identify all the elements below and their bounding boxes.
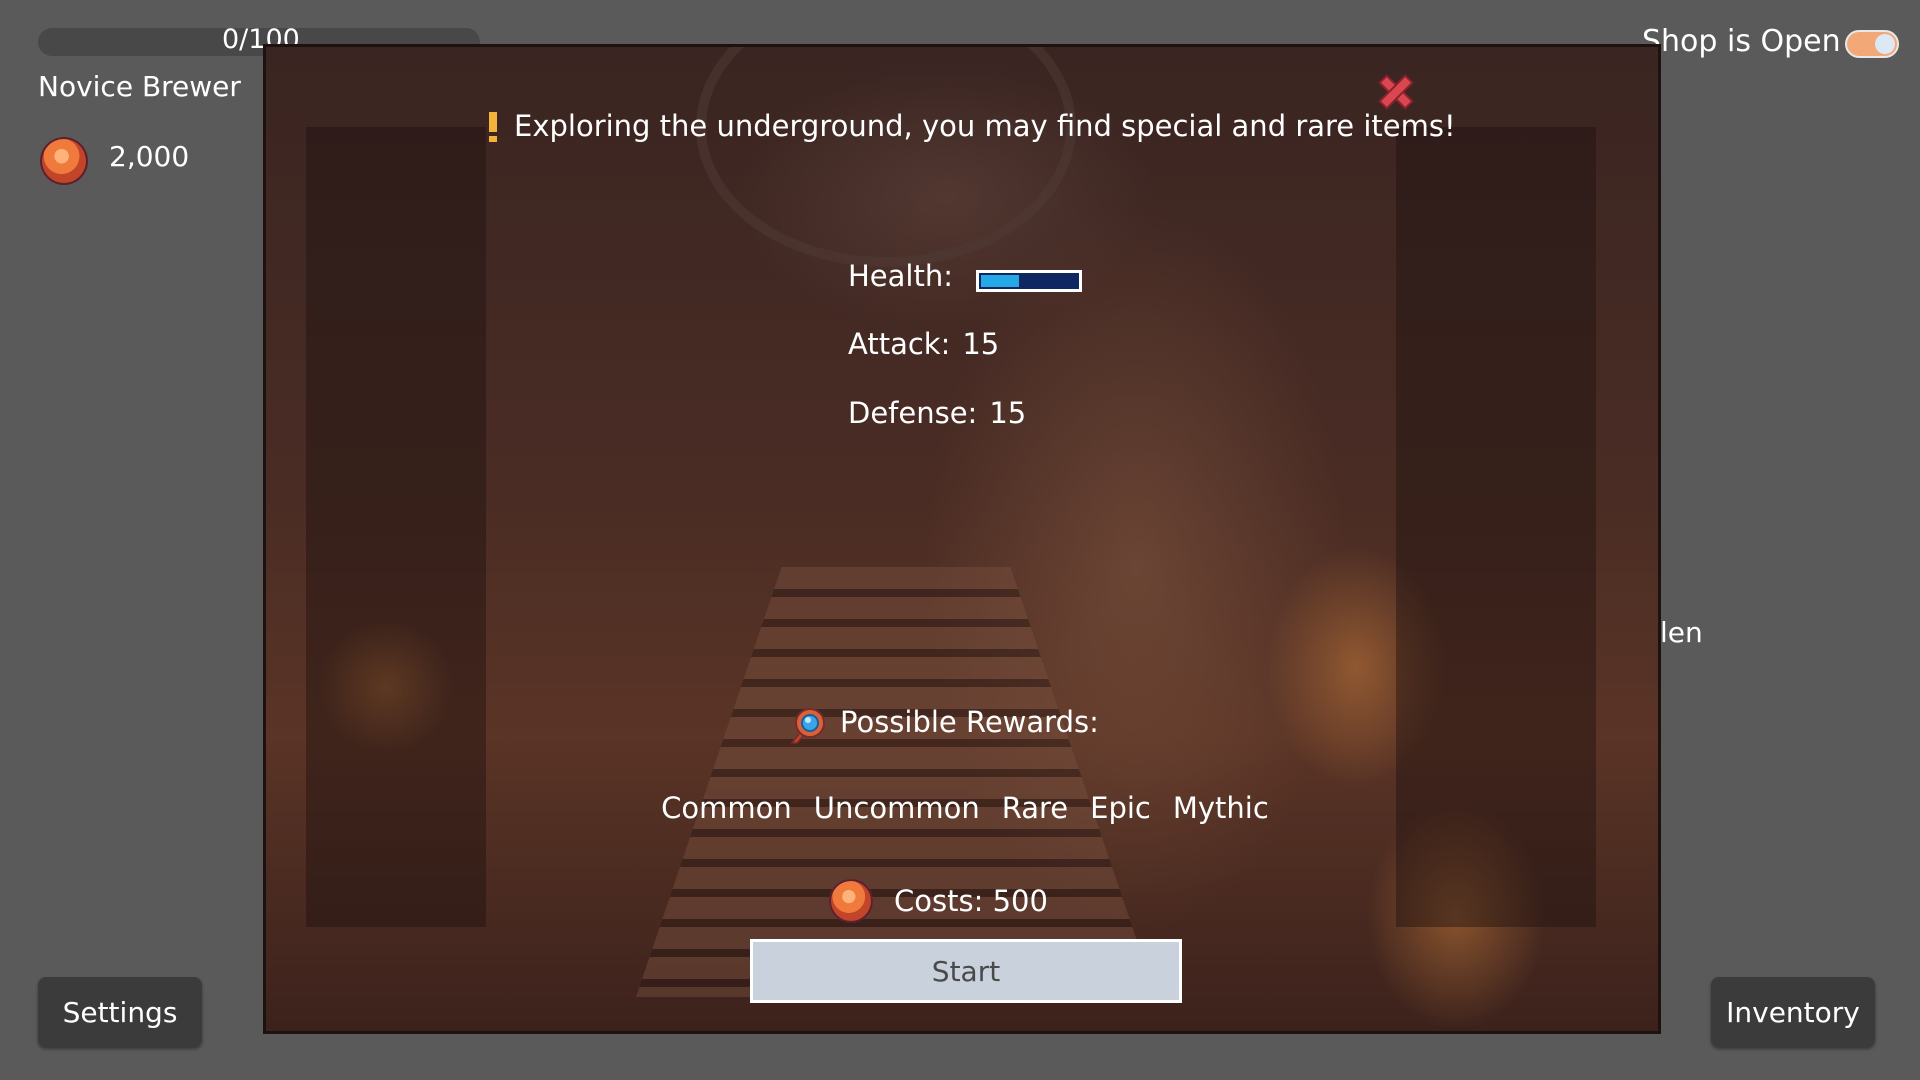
shop-open-toggle[interactable] [1845, 30, 1899, 58]
background-text-fragment: len [1660, 616, 1703, 649]
exploration-hint: Exploring the underground, you may find … [514, 109, 1456, 143]
defense-label: Defense: [848, 396, 978, 430]
inventory-button[interactable]: Inventory [1711, 977, 1875, 1047]
rarity-epic: Epic [1090, 791, 1151, 825]
possible-rewards-title: Possible Rewards: [840, 705, 1099, 739]
coin-balance: 2,000 [109, 140, 190, 173]
expedition-cost: Costs: 500 [894, 884, 1048, 918]
gem-bag-icon [790, 708, 825, 744]
attack-label: Attack: [848, 327, 951, 361]
coin-icon [829, 879, 873, 923]
settings-button[interactable]: Settings [38, 977, 202, 1047]
background-stairs [636, 567, 1156, 997]
player-rank: Novice Brewer [38, 70, 241, 103]
exclamation-icon [489, 112, 497, 142]
rarity-mythic: Mythic [1172, 791, 1269, 825]
health-bar [976, 270, 1082, 292]
shop-status-label: Shop is Open [1642, 24, 1841, 59]
background-arch [696, 47, 1076, 267]
defense-value: 15 [989, 396, 1027, 430]
coin-icon [40, 137, 88, 185]
toggle-knob [1875, 34, 1895, 54]
attack-value: 15 [962, 327, 1000, 361]
health-label: Health: [848, 259, 953, 293]
health-stat: Health: [848, 259, 953, 293]
start-button[interactable]: Start [750, 939, 1182, 1003]
close-icon[interactable] [1376, 72, 1416, 112]
rarity-uncommon: Uncommon [813, 791, 980, 825]
defense-stat: Defense: 15 [848, 396, 1026, 430]
rarity-list: Common Uncommon Rare Epic Mythic [266, 791, 1658, 825]
dungeon-expedition-modal: Exploring the underground, you may find … [263, 44, 1661, 1034]
attack-stat: Attack: 15 [848, 327, 999, 361]
health-bar-fill [981, 275, 1019, 287]
rarity-common: Common [661, 791, 792, 825]
rarity-rare: Rare [1001, 791, 1069, 825]
